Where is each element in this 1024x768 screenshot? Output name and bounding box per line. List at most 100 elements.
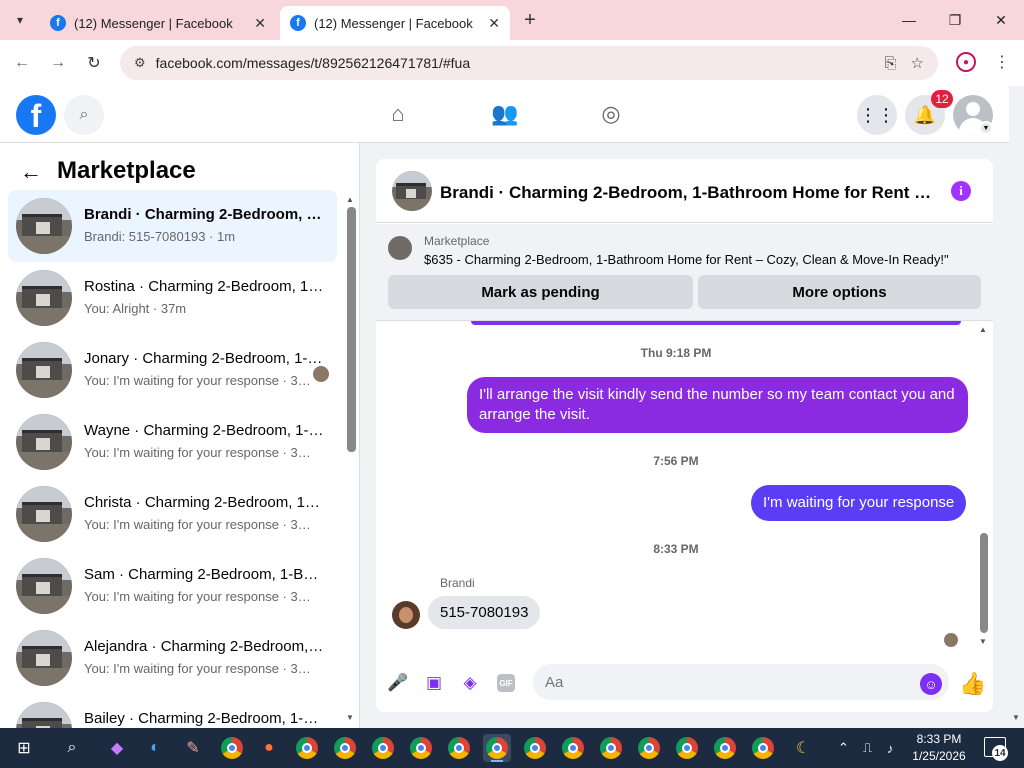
- sticker-icon[interactable]: ◈: [459, 672, 481, 694]
- conversation-item[interactable]: Wayne · Charming 2-Bedroom, 1-Bathroom H…: [8, 406, 337, 478]
- chevron-down-icon[interactable]: ▼: [979, 121, 993, 135]
- tab-title: (12) Messenger | Facebook: [74, 15, 233, 31]
- friends-icon[interactable]: 👥: [491, 100, 519, 128]
- conversation-name: Sam · Charming 2-Bedroom, 1-Bathroom Hom…: [84, 566, 324, 583]
- chrome-profile-icon[interactable]: [369, 734, 397, 762]
- conversation-name: Bailey · Charming 2-Bedroom, 1-Bathroom …: [84, 710, 324, 727]
- reload-icon[interactable]: ↻: [82, 51, 106, 75]
- address-bar-row: ← → ↻ ⚙ facebook.com/messages/t/89256212…: [0, 40, 1024, 86]
- close-tab-icon[interactable]: ✕: [254, 15, 266, 32]
- tab-search-chevron-icon[interactable]: ▾: [8, 8, 32, 32]
- page-scroll-down-arrow-icon[interactable]: ▼: [1012, 713, 1020, 722]
- groups-icon[interactable]: ◎: [597, 100, 625, 128]
- edge-icon[interactable]: ◐: [141, 734, 169, 762]
- thumbs-up-icon[interactable]: 👍: [959, 671, 986, 697]
- conversation-item[interactable]: Jonary · Charming 2-Bedroom, 1-Bathroom …: [8, 334, 337, 406]
- conversation-name: Rostina · Charming 2-Bedroom, 1-Bathroom…: [84, 278, 324, 295]
- chrome-profile-icon[interactable]: [293, 734, 321, 762]
- windows-start-icon[interactable]: ⊞: [10, 734, 38, 762]
- install-app-icon[interactable]: ⎘: [885, 55, 897, 72]
- chrome-profile-icon[interactable]: [673, 734, 701, 762]
- chrome-profile-icon[interactable]: [445, 734, 473, 762]
- browser-tab-2[interactable]: f (12) Messenger | Facebook ✕: [280, 6, 510, 40]
- conversation-item[interactable]: Brandi · Charming 2-Bedroom, 1-Bathroom …: [8, 190, 337, 262]
- copilot-icon[interactable]: ◆: [103, 734, 131, 762]
- chrome-profile-icon[interactable]: [635, 734, 663, 762]
- conversation-name: Alejandra · Charming 2-Bedroom, 1-Bathro…: [84, 638, 324, 655]
- profile-icon[interactable]: ●: [956, 52, 976, 72]
- moon-icon[interactable]: ☾: [789, 734, 817, 762]
- conversation-item[interactable]: Rostina · Charming 2-Bedroom, 1-Bathroom…: [8, 262, 337, 334]
- back-arrow-icon[interactable]: ←: [10, 51, 34, 75]
- tab-title: (12) Messenger | Facebook: [314, 15, 473, 31]
- menu-grid-icon[interactable]: ⋮⋮: [857, 95, 897, 135]
- conversation-name: Wayne · Charming 2-Bedroom, 1-Bathroom H…: [84, 422, 324, 439]
- gif-icon[interactable]: GIF: [497, 674, 515, 692]
- chat-panel: Brandi · Charming 2-Bedroom, 1-Bathroom …: [376, 159, 993, 712]
- chrome-icon[interactable]: [218, 734, 246, 762]
- listing-description[interactable]: $635 - Charming 2-Bedroom, 1-Bathroom Ho…: [424, 252, 949, 267]
- new-tab-button[interactable]: +: [518, 8, 542, 32]
- photo-icon[interactable]: ▣: [423, 672, 445, 694]
- outgoing-message[interactable]: I'll arrange the visit kindly send the n…: [467, 377, 968, 433]
- browser-menu-icon[interactable]: ⋮: [994, 52, 1010, 72]
- outgoing-message[interactable]: I'm waiting for your response: [751, 485, 967, 521]
- listing-thumbnail[interactable]: [392, 171, 432, 211]
- chrome-profile-icon[interactable]: [749, 734, 777, 762]
- conversation-item[interactable]: Bailey · Charming 2-Bedroom, 1-Bathroom …: [8, 694, 337, 728]
- url-text[interactable]: facebook.com/messages/t/892562126471781/…: [156, 55, 885, 71]
- scroll-down-arrow-icon[interactable]: ▼: [979, 637, 987, 646]
- search-icon[interactable]: ⌕: [58, 734, 86, 762]
- network-icon[interactable]: ⎍: [863, 728, 872, 768]
- read-receipt-avatar: [944, 633, 958, 647]
- browser-tab-1[interactable]: f (12) Messenger | Facebook ✕: [40, 6, 276, 40]
- notification-badge: 12: [931, 90, 953, 108]
- facebook-logo-icon[interactable]: f: [16, 95, 56, 135]
- microphone-icon[interactable]: 🎤: [387, 672, 409, 694]
- chrome-profile-icon[interactable]: [559, 734, 587, 762]
- sender-avatar[interactable]: [392, 601, 420, 629]
- chrome-profile-icon[interactable]: [407, 734, 435, 762]
- info-icon[interactable]: i: [951, 181, 971, 201]
- conversation-preview: You: I'm waiting for your response · 37m: [84, 589, 314, 604]
- bookmark-star-icon[interactable]: ☆: [911, 54, 924, 72]
- scroll-down-arrow-icon[interactable]: ▼: [346, 713, 354, 722]
- close-window-button[interactable]: ✕: [978, 0, 1024, 40]
- chrome-profile-icon[interactable]: [331, 734, 359, 762]
- mark-as-pending-button[interactable]: Mark as pending: [388, 275, 693, 309]
- scroll-up-arrow-icon[interactable]: ▲: [346, 195, 354, 204]
- conversation-item[interactable]: Sam · Charming 2-Bedroom, 1-Bathroom Hom…: [8, 550, 337, 622]
- conversation-item[interactable]: Christa · Charming 2-Bedroom, 1-Bathroom…: [8, 478, 337, 550]
- incoming-message[interactable]: 515-7080193: [428, 596, 541, 629]
- maximize-button[interactable]: ❐: [932, 0, 978, 40]
- scrollbar-thumb[interactable]: [347, 207, 356, 452]
- forward-arrow-icon[interactable]: →: [46, 51, 70, 75]
- scrollbar-thumb[interactable]: [980, 533, 988, 633]
- volume-icon[interactable]: ♪: [887, 728, 894, 768]
- chrome-profile-icon[interactable]: [711, 734, 739, 762]
- chrome-profile-icon[interactable]: [597, 734, 625, 762]
- back-arrow-icon[interactable]: ←: [20, 159, 42, 185]
- message-input[interactable]: [533, 664, 949, 700]
- chat-title[interactable]: Brandi · Charming 2-Bedroom, 1-Bathroom …: [440, 183, 940, 203]
- conversation-preview: You: I'm waiting for your response · 37m: [84, 517, 314, 532]
- paint-icon[interactable]: ✎: [179, 734, 207, 762]
- more-options-button[interactable]: More options: [698, 275, 981, 309]
- timestamp: Thu 9:18 PM: [640, 346, 712, 360]
- site-settings-icon[interactable]: ⚙: [134, 55, 146, 71]
- search-icon[interactable]: ⌕: [64, 95, 104, 135]
- conversation-thumbnail: [16, 486, 72, 542]
- scroll-up-arrow-icon[interactable]: ▲: [979, 325, 987, 334]
- close-tab-icon[interactable]: ✕: [488, 15, 500, 32]
- emoji-icon[interactable]: ☺: [920, 673, 942, 695]
- home-icon[interactable]: ⌂: [384, 100, 412, 128]
- conversation-item[interactable]: Alejandra · Charming 2-Bedroom, 1-Bathro…: [8, 622, 337, 694]
- firefox-icon[interactable]: ●: [255, 734, 283, 762]
- url-bar[interactable]: ⚙ facebook.com/messages/t/89256212647178…: [120, 46, 938, 80]
- taskbar-clock[interactable]: 8:33 PM 1/25/2026: [908, 731, 970, 765]
- chrome-profile-icon-active[interactable]: [483, 734, 511, 762]
- sender-name: Brandi: [440, 576, 475, 590]
- chrome-profile-icon[interactable]: [521, 734, 549, 762]
- show-hidden-icons-chevron-icon[interactable]: ⌃: [838, 728, 849, 768]
- minimize-button[interactable]: —: [886, 0, 932, 40]
